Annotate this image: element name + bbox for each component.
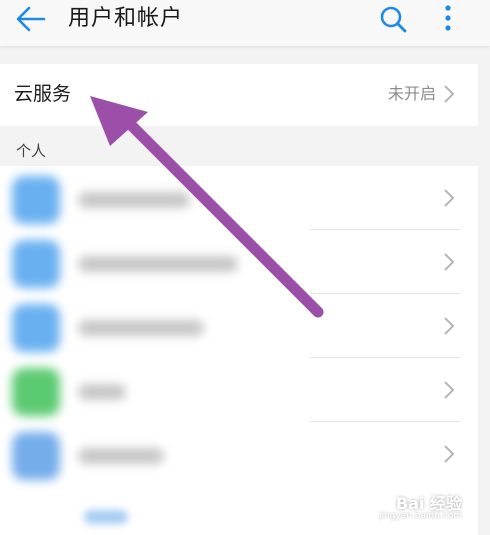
cloud-service-item[interactable]: 云服务 未开启 bbox=[0, 64, 478, 126]
baidu-watermark-url: jingyan.baidu.com bbox=[378, 511, 462, 521]
accounts-list bbox=[0, 166, 478, 535]
cloud-service-label: 云服务 bbox=[14, 83, 72, 105]
account-name-redacted bbox=[78, 256, 238, 272]
chevron-right-icon bbox=[444, 445, 455, 463]
account-row[interactable] bbox=[0, 166, 478, 229]
more-vertical-icon[interactable] bbox=[438, 4, 458, 34]
chevron-right-icon bbox=[444, 253, 455, 271]
section-header-personal: 个人 bbox=[16, 142, 47, 160]
arrow-left-icon[interactable] bbox=[14, 4, 48, 34]
account-row[interactable] bbox=[0, 422, 478, 485]
add-account-chip-redacted[interactable] bbox=[84, 510, 128, 524]
account-row[interactable] bbox=[0, 230, 478, 293]
account-app-icon bbox=[12, 304, 60, 352]
chevron-right-icon bbox=[444, 189, 455, 207]
account-name-redacted bbox=[78, 192, 190, 208]
page-title: 用户和帐户 bbox=[68, 6, 184, 31]
account-app-icon bbox=[12, 240, 60, 288]
app-header: 用户和帐户 bbox=[0, 0, 490, 46]
account-name-redacted bbox=[78, 448, 164, 464]
chevron-right-icon bbox=[444, 85, 455, 103]
chevron-right-icon bbox=[444, 381, 455, 399]
account-name-redacted bbox=[78, 384, 126, 400]
account-app-icon bbox=[12, 176, 60, 224]
cloud-service-status: 未开启 bbox=[387, 84, 436, 103]
chevron-right-icon bbox=[444, 317, 455, 335]
search-icon[interactable] bbox=[378, 4, 408, 34]
account-app-icon bbox=[12, 432, 60, 480]
account-name-redacted bbox=[78, 320, 204, 336]
account-app-icon bbox=[12, 368, 60, 416]
account-row[interactable] bbox=[0, 294, 478, 357]
account-row[interactable] bbox=[0, 358, 478, 421]
